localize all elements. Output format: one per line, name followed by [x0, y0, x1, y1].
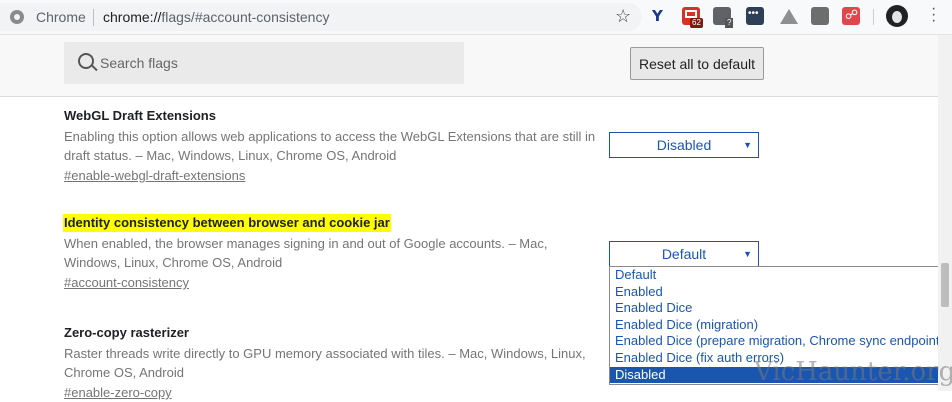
dropdown-option-enabled-dice-prepare-migration[interactable]: Enabled Dice (prepare migration, Chrome …: [610, 333, 945, 350]
select-value: Default: [661, 246, 707, 262]
mail-badge: 62: [690, 18, 703, 28]
drive-extension-icon[interactable]: [780, 9, 798, 24]
omnibox[interactable]: Chrome chrome://flags/#account-consisten…: [0, 3, 642, 31]
experiment-link[interactable]: #account-consistency: [64, 273, 604, 292]
experiment-link[interactable]: #enable-zero-copy: [64, 383, 604, 402]
experiment-webgl-draft: WebGL Draft Extensions Enabling this opt…: [64, 107, 604, 185]
flags-header: Reset all to default: [0, 35, 952, 97]
avatar[interactable]: [886, 5, 908, 27]
webgl-draft-select[interactable]: Disabled ▼: [609, 132, 759, 158]
chevron-down-icon: ▼: [743, 140, 752, 150]
url-host: chrome://: [103, 9, 162, 25]
dropdown-option-enabled-dice[interactable]: Enabled Dice: [610, 300, 945, 317]
bookmark-star-icon[interactable]: ☆: [615, 6, 631, 26]
box-extension-icon[interactable]: [811, 7, 829, 25]
dropdown-option-default[interactable]: Default: [610, 267, 945, 284]
url-path: flags/#account-consistency: [161, 9, 330, 25]
experiment-link[interactable]: #enable-webgl-draft-extensions: [64, 166, 604, 185]
search-input[interactable]: [100, 42, 450, 84]
url-text[interactable]: chrome://flags/#account-consistency: [103, 9, 329, 25]
browser-toolbar: Chrome chrome://flags/#account-consisten…: [0, 0, 952, 35]
experiment-account-consistency: Identity consistency between browser and…: [63, 214, 604, 292]
search-icon: [78, 53, 94, 69]
grid-badge: ?: [725, 18, 734, 28]
account-consistency-select[interactable]: Default ▼: [609, 241, 759, 267]
toolbar-divider: [873, 9, 874, 25]
experiment-description: Raster threads write directly to GPU mem…: [64, 346, 586, 380]
experiment-title: Zero-copy rasterizer: [64, 325, 189, 340]
watermark: VicHaunter.org: [754, 357, 952, 387]
scrollbar-thumb[interactable]: [941, 263, 949, 307]
dropdown-option-enabled[interactable]: Enabled: [610, 284, 945, 301]
select-value: Disabled: [656, 137, 712, 153]
search-box: [64, 42, 464, 84]
site-name: Chrome: [36, 9, 86, 25]
experiment-zero-copy: Zero-copy rasterizer Raster threads writ…: [64, 324, 604, 402]
y-extension-icon[interactable]: Y: [652, 7, 670, 25]
experiment-description: When enabled, the browser manages signin…: [64, 236, 548, 270]
dots-extension-icon[interactable]: [746, 7, 764, 25]
experiment-description: Enabling this option allows web applicat…: [64, 129, 596, 163]
menu-icon[interactable]: · · ·: [931, 1, 937, 29]
dropdown-option-enabled-dice-migration[interactable]: Enabled Dice (migration): [610, 317, 945, 334]
red-extension-icon[interactable]: [842, 7, 860, 25]
chrome-info-icon[interactable]: [10, 10, 24, 24]
reset-all-button[interactable]: Reset all to default: [630, 47, 764, 80]
chevron-down-icon: ▼: [743, 249, 752, 259]
experiment-title: WebGL Draft Extensions: [64, 108, 216, 123]
omnibox-divider: [93, 9, 94, 26]
experiment-title: Identity consistency between browser and…: [63, 214, 391, 232]
page-scrollbar[interactable]: [938, 35, 952, 391]
